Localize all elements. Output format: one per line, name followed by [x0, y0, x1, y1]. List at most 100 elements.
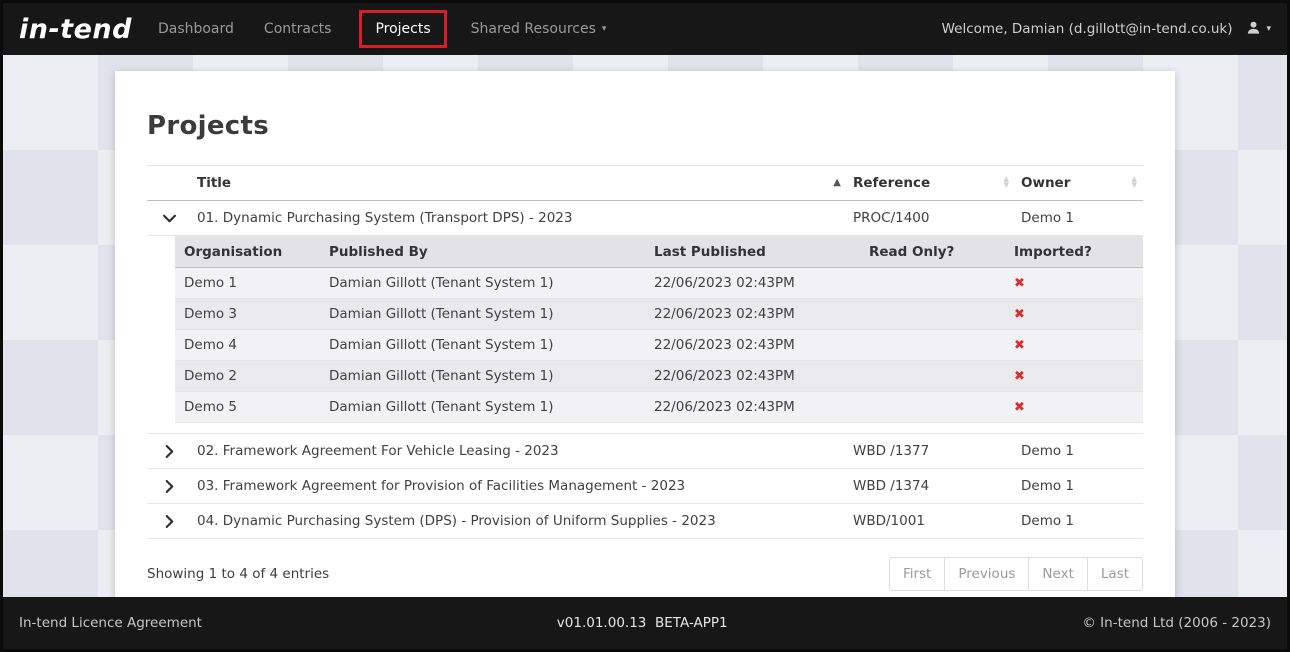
nav-shared-resources[interactable]: Shared Resources ▾	[469, 15, 609, 43]
sort-asc-icon: ▲	[833, 177, 841, 188]
read-only-value	[860, 268, 1005, 299]
footer: In-tend Licence Agreement v01.01.00.13 B…	[3, 597, 1287, 649]
pagination-last[interactable]: Last	[1087, 557, 1143, 591]
nav-dashboard[interactable]: Dashboard	[156, 15, 236, 43]
last-published: 22/06/2023 02:43PM	[645, 268, 860, 299]
chevron-right-icon[interactable]	[147, 504, 191, 539]
subtable-row: Demo 2 Damian Gillott (Tenant System 1) …	[175, 361, 1143, 392]
read-only-value	[860, 392, 1005, 423]
sort-down-icon: ▼	[1132, 183, 1137, 189]
table-row[interactable]: 01. Dynamic Purchasing System (Transport…	[147, 201, 1143, 236]
column-header-reference[interactable]: Reference ▲ ▼	[847, 166, 1015, 201]
table-header-row: Title ▲ Reference ▲ ▼ Owner	[147, 166, 1143, 201]
project-reference: WBD /1374	[847, 469, 1015, 504]
table-row[interactable]: 03. Framework Agreement for Provision of…	[147, 469, 1143, 504]
last-published: 22/06/2023 02:43PM	[645, 330, 860, 361]
last-published: 22/06/2023 02:43PM	[645, 299, 860, 330]
project-reference: WBD /1377	[847, 434, 1015, 469]
nav-contracts[interactable]: Contracts	[262, 15, 334, 43]
subtable-row: Demo 1 Damian Gillott (Tenant System 1) …	[175, 268, 1143, 299]
cross-icon: ✖	[1014, 338, 1025, 353]
table-footer: Showing 1 to 4 of 4 entries First Previo…	[147, 557, 1143, 591]
project-reference: PROC/1400	[847, 201, 1015, 236]
table-row[interactable]: 02. Framework Agreement For Vehicle Leas…	[147, 434, 1143, 469]
entries-summary: Showing 1 to 4 of 4 entries	[147, 566, 329, 582]
caret-down-icon: ▾	[1266, 24, 1271, 34]
pagination-first[interactable]: First	[889, 557, 945, 591]
page-background: Projects Title ▲ Reference	[3, 55, 1287, 597]
projects-card: Projects Title ▲ Reference	[115, 71, 1175, 597]
cross-icon: ✖	[1014, 307, 1025, 322]
column-header-title[interactable]: Title ▲	[191, 166, 847, 201]
sort-icon: ▲ ▼	[1004, 177, 1009, 188]
caret-down-icon: ▾	[602, 24, 607, 34]
organisations-subtable: Organisation Published By Last Published…	[175, 236, 1143, 423]
expand-column-header	[147, 166, 191, 201]
subcol-imported: Imported?	[1005, 237, 1143, 268]
project-owner: Demo 1	[1015, 434, 1143, 469]
nav-projects[interactable]: Projects	[359, 10, 446, 48]
table-row[interactable]: 04. Dynamic Purchasing System (DPS) - Pr…	[147, 504, 1143, 539]
sort-icon: ▲ ▼	[1132, 177, 1137, 188]
projects-table: Title ▲ Reference ▲ ▼ Owner	[147, 165, 1143, 539]
navbar-right: Welcome, Damian (d.gillott@in-tend.co.uk…	[942, 20, 1271, 39]
user-icon	[1246, 20, 1261, 39]
chevron-right-icon[interactable]	[147, 434, 191, 469]
project-owner: Demo 1	[1015, 201, 1143, 236]
navbar: in-tend Dashboard Contracts Projects Sha…	[3, 3, 1287, 55]
published-by: Damian Gillott (Tenant System 1)	[320, 330, 645, 361]
published-by: Damian Gillott (Tenant System 1)	[320, 299, 645, 330]
read-only-value	[860, 361, 1005, 392]
column-header-title-label: Title	[197, 175, 231, 191]
brand-logo[interactable]: in-tend	[19, 14, 132, 45]
subcol-read-only: Read Only?	[860, 237, 1005, 268]
pagination-next[interactable]: Next	[1028, 557, 1087, 591]
version-text: v01.01.00.13 BETA-APP1	[557, 615, 728, 631]
project-title: 02. Framework Agreement For Vehicle Leas…	[191, 434, 847, 469]
pagination: First Previous Next Last	[889, 557, 1143, 591]
org-name: Demo 1	[175, 268, 320, 299]
welcome-text: Welcome, Damian (d.gillott@in-tend.co.uk…	[942, 21, 1233, 37]
page-title: Projects	[147, 111, 1143, 141]
read-only-value	[860, 330, 1005, 361]
main-nav: Dashboard Contracts Projects Shared Reso…	[156, 10, 634, 48]
published-by: Damian Gillott (Tenant System 1)	[320, 268, 645, 299]
app-window: in-tend Dashboard Contracts Projects Sha…	[0, 0, 1290, 652]
copyright-text: © In-tend Ltd (2006 - 2023)	[1082, 615, 1271, 631]
expanded-detail-row: Organisation Published By Last Published…	[147, 236, 1143, 434]
user-menu[interactable]: ▾	[1246, 20, 1271, 39]
last-published: 22/06/2023 02:43PM	[645, 361, 860, 392]
read-only-value	[860, 299, 1005, 330]
project-title: 03. Framework Agreement for Provision of…	[191, 469, 847, 504]
chevron-down-icon[interactable]	[147, 201, 191, 236]
org-name: Demo 2	[175, 361, 320, 392]
sort-down-icon: ▼	[1004, 183, 1009, 189]
subcol-last-published: Last Published	[645, 237, 860, 268]
published-by: Damian Gillott (Tenant System 1)	[320, 361, 645, 392]
column-header-reference-label: Reference	[853, 175, 930, 191]
subtable-row: Demo 4 Damian Gillott (Tenant System 1) …	[175, 330, 1143, 361]
org-name: Demo 5	[175, 392, 320, 423]
cross-icon: ✖	[1014, 369, 1025, 384]
nav-shared-resources-label: Shared Resources	[471, 21, 596, 37]
last-published: 22/06/2023 02:43PM	[645, 392, 860, 423]
chevron-right-icon[interactable]	[147, 469, 191, 504]
subtable-header-row: Organisation Published By Last Published…	[175, 237, 1143, 268]
column-header-owner[interactable]: Owner ▲ ▼	[1015, 166, 1143, 201]
subcol-published-by: Published By	[320, 237, 645, 268]
subcol-organisation: Organisation	[175, 237, 320, 268]
licence-agreement-link[interactable]: In-tend Licence Agreement	[19, 615, 202, 631]
cross-icon: ✖	[1014, 276, 1025, 291]
cross-icon: ✖	[1014, 400, 1025, 415]
project-owner: Demo 1	[1015, 469, 1143, 504]
published-by: Damian Gillott (Tenant System 1)	[320, 392, 645, 423]
project-reference: WBD/1001	[847, 504, 1015, 539]
project-owner: Demo 1	[1015, 504, 1143, 539]
subtable-row: Demo 5 Damian Gillott (Tenant System 1) …	[175, 392, 1143, 423]
project-title: 01. Dynamic Purchasing System (Transport…	[191, 201, 847, 236]
pagination-previous[interactable]: Previous	[944, 557, 1029, 591]
column-header-owner-label: Owner	[1021, 175, 1070, 191]
org-name: Demo 3	[175, 299, 320, 330]
subtable-row: Demo 3 Damian Gillott (Tenant System 1) …	[175, 299, 1143, 330]
org-name: Demo 4	[175, 330, 320, 361]
